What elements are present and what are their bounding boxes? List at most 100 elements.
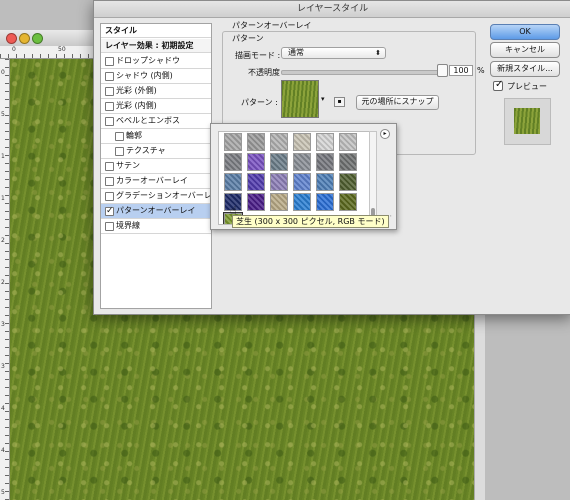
group-title: パターン [232, 34, 264, 43]
style-item-label: シャドウ (内側) [116, 71, 173, 80]
ruler-tick-label: 0 [1, 69, 5, 76]
pattern-dropdown-arrow-icon[interactable]: ▾ [321, 95, 325, 103]
pattern-tile[interactable] [339, 193, 357, 211]
stroke-checkbox[interactable] [105, 222, 114, 231]
pattern-picker-popup: ▸ ⋰ [210, 123, 397, 230]
contour-checkbox[interactable] [115, 132, 124, 141]
style-item-label: カラーオーバーレイ [116, 176, 188, 185]
blend-mode-value: 通常 [288, 48, 304, 57]
satin-checkbox[interactable] [105, 162, 114, 171]
style-list: スタイル レイヤー効果 : 初期設定 ドロップシャドウ シャドウ (内側) 光彩… [100, 23, 220, 309]
pattern-tile[interactable] [224, 173, 242, 191]
pattern-tile[interactable] [339, 173, 357, 191]
style-item-label: 光彩 (外側) [116, 86, 157, 95]
gradient-overlay-checkbox[interactable] [105, 192, 114, 201]
pattern-tile[interactable] [316, 153, 334, 171]
pattern-picker-grid [218, 131, 370, 225]
pattern-tile[interactable] [270, 133, 288, 151]
style-item-stroke[interactable]: 境界線 [101, 219, 211, 234]
pattern-swatch[interactable] [281, 80, 319, 118]
ok-button[interactable]: OK [490, 24, 560, 40]
style-item-inner-glow[interactable]: 光彩 (内側) [101, 99, 211, 114]
opacity-slider-track[interactable] [281, 70, 447, 75]
style-list-header[interactable]: スタイル [101, 24, 211, 38]
pattern-tile[interactable] [316, 133, 334, 151]
texture-checkbox[interactable] [115, 147, 124, 156]
style-item-label: グラデーションオーバーレイ [116, 191, 220, 200]
vertical-ruler[interactable]: 0 5 1 1 2 2 3 3 4 4 5 [0, 59, 10, 500]
pattern-tile[interactable] [224, 133, 242, 151]
ruler-tick-label: 4 [1, 447, 5, 454]
pattern-tile[interactable] [339, 133, 357, 151]
chevron-updown-icon: ⬍ [375, 49, 381, 57]
dialog-title: レイヤースタイル [94, 1, 570, 18]
style-item-bevel-emboss[interactable]: ベベルとエンボス [101, 114, 211, 129]
pattern-tile[interactable] [293, 173, 311, 191]
pattern-tile[interactable] [316, 173, 334, 191]
ruler-tick-label: 5 [1, 489, 5, 496]
style-item-label: サテン [116, 161, 140, 170]
opacity-label: 不透明度 : [248, 68, 286, 77]
style-item-label: 境界線 [116, 221, 140, 230]
pattern-tile[interactable] [224, 153, 242, 171]
style-item-contour[interactable]: 輪郭 [101, 129, 211, 144]
bevel-emboss-checkbox[interactable] [105, 117, 114, 126]
style-item-satin[interactable]: サテン [101, 159, 211, 174]
style-item-label: テクスチャ [126, 146, 166, 155]
style-item-gradient-overlay[interactable]: グラデーションオーバーレイ [101, 189, 220, 204]
drop-shadow-checkbox[interactable] [105, 57, 114, 66]
ruler-tick-label: 1 [1, 153, 5, 160]
pattern-picker-scrollbar[interactable] [369, 131, 377, 223]
style-item-pattern-overlay[interactable]: パターンオーバーレイ [101, 204, 211, 219]
pattern-tile[interactable] [270, 173, 288, 191]
opacity-input[interactable]: 100 [449, 65, 473, 76]
color-overlay-checkbox[interactable] [105, 177, 114, 186]
pattern-tile[interactable] [293, 133, 311, 151]
inner-shadow-checkbox[interactable] [105, 72, 114, 81]
pattern-tile[interactable] [316, 193, 334, 211]
style-item-label: パターンオーバーレイ [116, 206, 196, 215]
new-style-button[interactable]: 新規スタイル... [490, 61, 560, 77]
style-list-blending-options[interactable]: レイヤー効果 : 初期設定 [101, 39, 211, 53]
pattern-tooltip: 芝生 (300 x 300 ピクセル, RGB モード) [232, 215, 389, 228]
minimize-window-icon[interactable] [19, 33, 30, 44]
pattern-tile[interactable] [293, 193, 311, 211]
style-item-color-overlay[interactable]: カラーオーバーレイ [101, 174, 211, 189]
style-preview-swatch [514, 108, 540, 134]
new-preset-icon[interactable]: ▪ [334, 97, 345, 107]
ruler-tick-label: 3 [1, 321, 5, 328]
style-item-outer-glow[interactable]: 光彩 (外側) [101, 84, 211, 99]
zoom-window-icon[interactable] [32, 33, 43, 44]
pattern-tile[interactable] [247, 193, 265, 211]
pattern-tile[interactable] [270, 193, 288, 211]
outer-glow-checkbox[interactable] [105, 87, 114, 96]
snap-to-origin-button[interactable]: 元の場所にスナップ [356, 95, 439, 110]
pattern-tile[interactable] [247, 133, 265, 151]
picker-menu-icon[interactable]: ▸ [380, 129, 390, 139]
style-item-inner-shadow[interactable]: シャドウ (内側) [101, 69, 211, 84]
preview-checkbox[interactable] [493, 79, 503, 91]
pattern-tile[interactable] [270, 153, 288, 171]
ruler-tick-label: 0 [12, 46, 16, 53]
pattern-label: パターン : [241, 98, 278, 107]
style-item-texture[interactable]: テクスチャ [101, 144, 211, 159]
style-item-label: 輪郭 [126, 131, 142, 140]
opacity-slider-thumb[interactable] [437, 64, 448, 77]
pattern-tile[interactable] [339, 153, 357, 171]
ruler-tick-label: 2 [1, 279, 5, 286]
pattern-tile[interactable] [247, 153, 265, 171]
pattern-tile[interactable] [247, 173, 265, 191]
preview-label: プレビュー [507, 82, 547, 91]
ruler-tick-label: 5 [1, 111, 5, 118]
style-item-drop-shadow[interactable]: ドロップシャドウ [101, 54, 211, 69]
close-window-icon[interactable] [6, 33, 17, 44]
blend-mode-select[interactable]: 通常 ⬍ [281, 47, 386, 59]
pattern-overlay-checkbox[interactable] [105, 204, 114, 218]
cancel-button[interactable]: キャンセル [490, 42, 560, 58]
opacity-unit: % [477, 66, 485, 75]
blend-mode-label: 描画モード : [235, 51, 281, 60]
style-item-label: 光彩 (内側) [116, 101, 157, 110]
style-preview-thumbnail [504, 98, 551, 145]
inner-glow-checkbox[interactable] [105, 102, 114, 111]
pattern-tile[interactable] [293, 153, 311, 171]
